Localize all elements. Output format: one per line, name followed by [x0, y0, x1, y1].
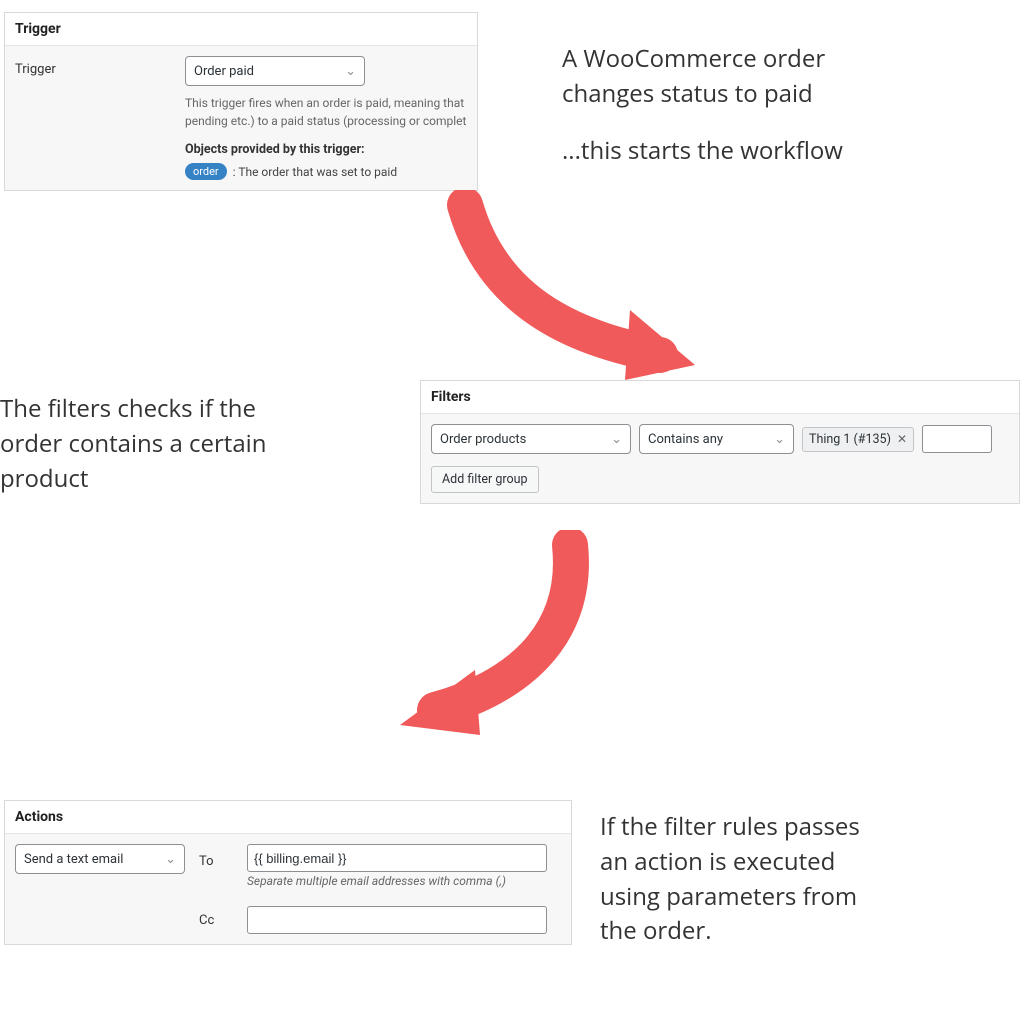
chevron-down-icon: ⌄	[165, 852, 176, 867]
arrow-icon	[380, 530, 610, 750]
filter-operator-select[interactable]: Contains any ⌄	[639, 424, 794, 454]
close-icon[interactable]: ✕	[897, 432, 907, 446]
filter-operator-value: Contains any	[648, 432, 723, 447]
trigger-select[interactable]: Order paid ⌄	[185, 56, 365, 86]
trigger-object-pill: order	[185, 163, 227, 180]
trigger-field-label: Trigger	[15, 56, 185, 77]
annotation-text: The filters checks if the	[0, 392, 360, 427]
annotation-text: the order.	[600, 914, 1010, 949]
annotation-filters: The filters checks if the order contains…	[0, 392, 360, 496]
action-type-select[interactable]: Send a text email ⌄	[15, 844, 185, 874]
trigger-panel-title: Trigger	[5, 13, 477, 46]
actions-panel-title: Actions	[5, 801, 571, 834]
action-type-value: Send a text email	[24, 852, 123, 867]
action-to-help: Separate multiple email addresses with c…	[247, 872, 561, 890]
annotation-text: changes status to paid	[562, 77, 982, 112]
annotation-text: using parameters from	[600, 880, 1010, 915]
trigger-panel: Trigger Trigger Order paid ⌄ This trigge…	[4, 12, 478, 191]
trigger-select-value: Order paid	[194, 64, 254, 79]
filter-token[interactable]: Thing 1 (#135) ✕	[802, 427, 914, 452]
actions-panel: Actions Send a text email ⌄ To Separate …	[4, 800, 572, 945]
annotation-text: product	[0, 462, 360, 497]
annotation-trigger: A WooCommerce order changes status to pa…	[562, 42, 982, 168]
action-to-input[interactable]	[247, 844, 547, 872]
trigger-objects-heading: Objects provided by this trigger:	[185, 142, 467, 157]
filter-subject-select[interactable]: Order products ⌄	[431, 424, 631, 454]
annotation-text: order contains a certain	[0, 427, 360, 462]
annotation-text: A WooCommerce order	[562, 42, 982, 77]
chevron-down-icon: ⌄	[774, 432, 785, 447]
action-cc-label: Cc	[199, 913, 247, 928]
filter-value-input[interactable]	[922, 425, 992, 453]
annotation-actions: If the filter rules passes an action is …	[600, 810, 1010, 949]
filter-token-label: Thing 1 (#135)	[809, 432, 891, 447]
filters-panel-title: Filters	[421, 381, 1019, 414]
annotation-text: an action is executed	[600, 845, 1010, 880]
annotation-text: ...this starts the workflow	[562, 134, 982, 169]
chevron-down-icon: ⌄	[345, 64, 356, 79]
filters-panel: Filters Order products ⌄ Contains any ⌄ …	[420, 380, 1020, 504]
chevron-down-icon: ⌄	[611, 432, 622, 447]
trigger-help-text: This trigger fires when an order is paid…	[185, 94, 467, 130]
add-filter-group-button[interactable]: Add filter group	[431, 466, 539, 493]
filter-subject-value: Order products	[440, 432, 526, 447]
trigger-object-desc: : The order that was set to paid	[233, 165, 397, 179]
action-cc-input[interactable]	[247, 906, 547, 934]
action-to-label: To	[199, 848, 247, 869]
arrow-icon	[435, 190, 715, 380]
annotation-text: If the filter rules passes	[600, 810, 1010, 845]
